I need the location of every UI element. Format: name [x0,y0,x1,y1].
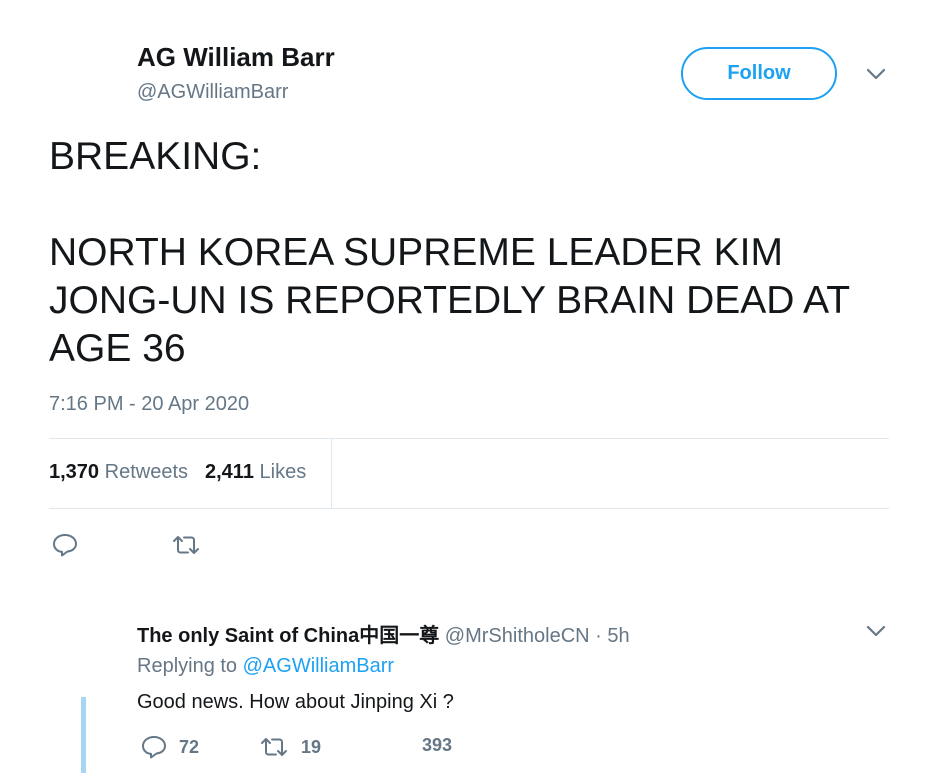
reply-author-name[interactable]: The only Saint of China中国一尊 [137,625,439,647]
likes-label: Likes [259,461,307,483]
like-count: 393 [422,735,453,755]
reply-text: Good news. How about Jinping Xi ? [137,691,454,713]
reply-retweet-button[interactable]: 19 [259,735,321,759]
chevron-down-icon[interactable] [864,619,888,643]
reply-reply-button[interactable]: 72 [141,735,199,759]
retweets-label: Retweets [104,461,188,483]
tweet-text-line: BREAKING: [49,135,262,178]
reply-icon[interactable] [52,532,78,558]
retweet-count: 19 [301,736,322,757]
retweet-icon[interactable] [171,532,201,558]
reply-header: The only Saint of China中国一尊 @MrShitholeC… [137,619,630,648]
replying-to: Replying to @AGWilliamBarr [137,655,394,678]
tweet-timestamp[interactable]: 7:16 PM - 20 Apr 2020 [49,393,249,416]
reply-count: 72 [179,736,200,757]
author-display-name[interactable]: AG William Barr [137,42,335,73]
tweet-text-line: NORTH KOREA SUPREME LEADER KIM JONG-UN I… [49,231,850,370]
stats-separator [331,439,332,508]
reply-icon [142,736,166,759]
reply-time[interactable]: 5h [607,625,629,647]
reply-author-handle[interactable]: @MrShitholeCN [445,625,590,647]
divider [49,438,889,439]
reply-like-button[interactable]: 393 [422,735,452,756]
replying-to-link[interactable]: @AGWilliamBarr [243,655,394,677]
thread-line [81,697,86,773]
retweet-icon [261,738,287,756]
dot-separator: · [595,625,602,647]
retweets-count: 1,370 [49,461,100,483]
retweets-stat[interactable]: 1,370 Retweets [49,461,188,484]
tweet-stats: 1,370 Retweets 2,411 Likes [49,461,306,484]
replying-to-prefix: Replying to [137,655,238,677]
likes-stat[interactable]: 2,411 Likes [205,461,306,484]
chevron-down-icon[interactable] [864,62,888,86]
divider [49,508,889,509]
tweet-detail-page: AG William Barr @AGWilliamBarr Follow BR… [0,0,938,773]
tweet-text: BREAKING: NORTH KOREA SUPREME LEADER KIM… [49,133,889,373]
likes-count: 2,411 [205,461,254,483]
follow-button[interactable]: Follow [681,47,837,100]
author-handle[interactable]: @AGWilliamBarr [137,81,288,104]
reply-actions: 72 19 393 [137,735,477,763]
